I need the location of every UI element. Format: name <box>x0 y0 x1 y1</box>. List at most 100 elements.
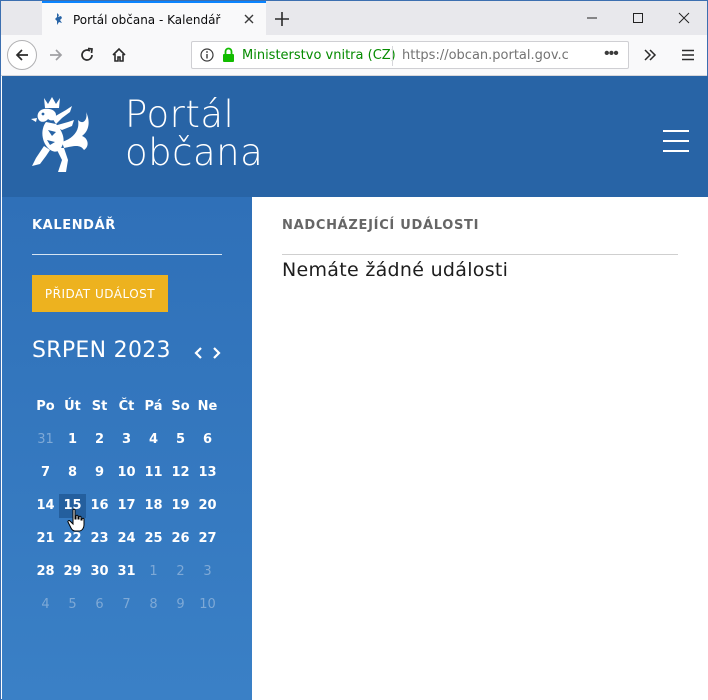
calendar-day[interactable]: 2 <box>167 560 194 584</box>
calendar-day[interactable]: 18 <box>140 494 167 518</box>
add-event-button[interactable]: PŘIDAT UDÁLOST <box>32 275 168 312</box>
calendar-day[interactable]: 4 <box>32 593 59 617</box>
minimize-icon <box>587 17 597 19</box>
lock-icon <box>223 47 234 62</box>
calendar-day[interactable]: 31 <box>113 560 140 584</box>
calendar-week-row: 21 22 23 24 25 26 27 <box>32 522 221 555</box>
back-icon <box>15 49 28 61</box>
weekday-label: Čt <box>118 399 135 414</box>
weekday-label: Út <box>64 399 81 414</box>
calendar-day[interactable]: 12 <box>167 461 194 485</box>
calendar-day[interactable]: 29 <box>59 560 86 584</box>
chevron-left-icon[interactable] <box>193 345 205 361</box>
calendar-day[interactable]: 9 <box>86 461 113 485</box>
calendar-day[interactable]: 14 <box>32 494 59 518</box>
site-header: Portál občana <box>2 76 708 197</box>
weekday-header-row: Po Út St Čt Pá So Ne <box>32 395 221 419</box>
calendar-day[interactable]: 7 <box>32 461 59 485</box>
calendar-day[interactable]: 10 <box>113 461 140 485</box>
calendar-day[interactable]: 21 <box>32 527 59 551</box>
calendar-day[interactable]: 4 <box>140 428 167 452</box>
calendar-day[interactable]: 26 <box>167 527 194 551</box>
calendar-day[interactable]: 3 <box>194 560 221 584</box>
browser-window: Portál občana - Kalendář Ministerstvo vn… <box>0 0 708 700</box>
overflow-button[interactable] <box>635 40 665 70</box>
sidebar-divider <box>32 254 222 255</box>
weekday-label: St <box>91 399 108 414</box>
calendar-day[interactable]: 20 <box>194 494 221 518</box>
close-icon <box>678 12 690 24</box>
calendar-day[interactable]: 24 <box>113 527 140 551</box>
calendar-day[interactable]: 5 <box>167 428 194 452</box>
calendar-day[interactable]: 30 <box>86 560 113 584</box>
reload-button[interactable] <box>72 40 102 70</box>
tab-portal-obcana[interactable]: Portál občana - Kalendář <box>42 1 266 35</box>
tab-strip: Portál občana - Kalendář <box>1 1 707 35</box>
site-title[interactable]: Portál občana <box>125 96 263 172</box>
calendar-day[interactable]: 25 <box>140 527 167 551</box>
reload-icon <box>81 47 93 61</box>
calendar-day[interactable]: 1 <box>59 428 86 452</box>
calendar-day[interactable]: 28 <box>32 560 59 584</box>
calendar-day[interactable]: 19 <box>167 494 194 518</box>
calendar-day[interactable]: 2 <box>86 428 113 452</box>
overflow-icon <box>644 49 657 61</box>
urlbar-separator <box>392 46 393 66</box>
forward-icon <box>50 49 63 61</box>
calendar-day[interactable]: 23 <box>86 527 113 551</box>
calendar-day[interactable]: 31 <box>32 428 59 452</box>
close-tab-icon[interactable] <box>242 12 256 26</box>
calendar-day[interactable]: 7 <box>113 593 140 617</box>
calendar-day[interactable]: 1 <box>140 560 167 584</box>
calendar-day[interactable]: 5 <box>59 593 86 617</box>
weekday-label: Po <box>36 399 55 414</box>
calendar-day[interactable]: 8 <box>59 461 86 485</box>
tab-title: Portál občana - Kalendář <box>73 13 221 27</box>
calendar-week-row: 4 5 6 7 8 9 10 <box>32 588 221 621</box>
site-title-line2: občana <box>125 131 264 174</box>
calendar-day[interactable]: 27 <box>194 527 221 551</box>
calendar-day[interactable]: 8 <box>140 593 167 617</box>
weekday-label: Pá <box>144 399 163 414</box>
close-window-button[interactable] <box>661 1 707 35</box>
calendar-day[interactable]: 6 <box>86 593 113 617</box>
sidebar-heading: KALENDÁŘ <box>32 218 116 233</box>
site-title-line1: Portál <box>125 93 235 136</box>
minimize-button[interactable] <box>569 1 615 35</box>
chevron-right-icon[interactable] <box>210 345 222 361</box>
upcoming-events-panel: NADCHÁZEJÍCÍ UDÁLOSTI Nemáte žádné událo… <box>252 197 708 700</box>
forward-button[interactable] <box>41 40 71 70</box>
calendar-day[interactable]: 16 <box>86 494 113 518</box>
empty-events-message: Nemáte žádné události <box>282 259 509 281</box>
address-bar[interactable]: Ministerstvo vnitra (CZ) https://obcan.p… <box>191 41 629 69</box>
maximize-icon <box>633 13 643 23</box>
new-tab-icon[interactable] <box>272 9 292 29</box>
page-actions-overflow-icon[interactable]: ••• <box>604 46 619 62</box>
url-text[interactable]: https://obcan.portal.gov.cz/ <box>402 48 568 63</box>
calendar-week-row: 28 29 30 31 1 2 3 <box>32 555 221 588</box>
calendar-day[interactable]: 6 <box>194 428 221 452</box>
hamburger-menu-icon[interactable] <box>663 130 689 152</box>
hand-cursor-icon <box>67 508 85 532</box>
upcoming-events-heading: NADCHÁZEJÍCÍ UDÁLOSTI <box>282 218 480 233</box>
calendar-day[interactable]: 17 <box>113 494 140 518</box>
calendar-week-row: 31 1 2 3 4 5 6 <box>32 423 221 456</box>
calendar-day[interactable]: 11 <box>140 461 167 485</box>
month-label: SRPEN 2023 <box>32 338 171 363</box>
calendar-day[interactable]: 3 <box>113 428 140 452</box>
maximize-button[interactable] <box>615 1 661 35</box>
calendar-day[interactable]: 10 <box>194 593 221 617</box>
main-divider <box>282 254 678 255</box>
lion-favicon-icon <box>55 13 62 25</box>
calendar-week-row: 14 15 16 17 18 19 20 <box>32 489 221 522</box>
weekday-label: So <box>171 399 190 414</box>
back-button[interactable] <box>7 40 37 70</box>
calendar-day[interactable]: 13 <box>194 461 221 485</box>
calendar-day[interactable]: 9 <box>167 593 194 617</box>
lion-logo-icon[interactable] <box>28 96 92 178</box>
app-menu-button[interactable] <box>673 40 703 70</box>
menu-icon <box>682 49 694 61</box>
info-icon[interactable] <box>200 48 214 62</box>
home-button[interactable] <box>104 40 134 70</box>
weekday-label: Ne <box>197 399 218 414</box>
